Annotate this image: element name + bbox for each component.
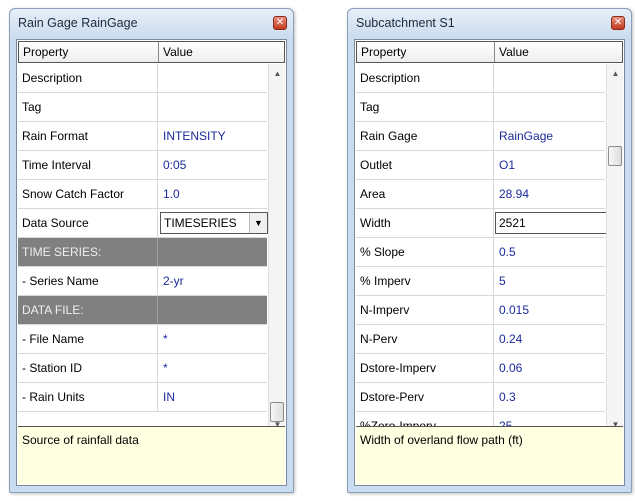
description-pane: Width of overland flow path (ft)	[356, 426, 623, 484]
window-title: Subcatchment S1	[356, 16, 455, 30]
property-editor: Property Value Description Tag Rain Form…	[16, 39, 287, 486]
row-tag[interactable]: Tag	[18, 93, 267, 122]
vertical-scrollbar[interactable]: ▲ ▼	[606, 64, 623, 433]
data-source-select[interactable]: TIMESERIES ▼	[160, 212, 268, 234]
row-snow-catch-factor[interactable]: Snow Catch Factor 1.0	[18, 180, 267, 209]
width-input[interactable]: 2521	[495, 212, 609, 234]
row-rain-units[interactable]: - Rain Units IN	[18, 383, 267, 412]
title-bar[interactable]: Rain Gage RainGage ✕	[10, 9, 293, 37]
subcatchment-window: Subcatchment S1 ✕ Property Value Descrip…	[347, 8, 632, 493]
row-file-name[interactable]: - File Name *	[18, 325, 267, 354]
row-series-name[interactable]: - Series Name 2-yr	[18, 267, 267, 296]
row-rain-format[interactable]: Rain Format INTENSITY	[18, 122, 267, 151]
row-description[interactable]: Description	[18, 64, 267, 93]
window-title: Rain Gage RainGage	[18, 16, 138, 30]
row-tag[interactable]: Tag	[356, 93, 605, 122]
grid-header: Property Value	[356, 41, 623, 63]
description-pane: Source of rainfall data	[18, 426, 285, 484]
property-grid: Property Value Description Tag Rain Gage…	[356, 41, 623, 441]
row-dstore-imperv[interactable]: Dstore-Imperv 0.06	[356, 354, 605, 383]
property-rows: Description Tag Rain Gage RainGage Outlet…	[356, 64, 609, 441]
close-icon[interactable]: ✕	[273, 16, 287, 30]
row-imperv[interactable]: % Imperv 5	[356, 267, 605, 296]
grid-header: Property Value	[18, 41, 285, 63]
width-input-value: 2521	[499, 216, 526, 230]
row-n-imperv[interactable]: N-Imperv 0.015	[356, 296, 605, 325]
header-property: Property	[361, 45, 407, 59]
row-station-id[interactable]: - Station ID *	[18, 354, 267, 383]
scroll-up-icon[interactable]: ▲	[269, 66, 286, 82]
property-editor: Property Value Description Tag Rain Gage…	[354, 39, 625, 486]
row-n-perv[interactable]: N-Perv 0.24	[356, 325, 605, 354]
rain-gage-window: Rain Gage RainGage ✕ Property Value Desc…	[9, 8, 294, 493]
scroll-thumb[interactable]	[608, 146, 622, 166]
row-description[interactable]: Description	[356, 64, 605, 93]
row-area[interactable]: Area 28.94	[356, 180, 605, 209]
vertical-scrollbar[interactable]: ▲ ▼	[268, 64, 285, 433]
scroll-up-icon[interactable]: ▲	[607, 66, 624, 82]
header-value: Value	[163, 45, 193, 59]
property-grid: Property Value Description Tag Rain Form…	[18, 41, 285, 435]
property-rows: Description Tag Rain Format INTENSITY Tim…	[18, 64, 268, 412]
row-rain-gage[interactable]: Rain Gage RainGage	[356, 122, 605, 151]
title-bar[interactable]: Subcatchment S1 ✕	[348, 9, 631, 37]
chevron-down-icon[interactable]: ▼	[249, 213, 267, 233]
header-property: Property	[23, 45, 69, 59]
row-time-interval[interactable]: Time Interval 0:05	[18, 151, 267, 180]
header-value: Value	[499, 45, 529, 59]
close-icon[interactable]: ✕	[611, 16, 625, 30]
row-width[interactable]: Width 2521	[356, 209, 609, 238]
description-text: Source of rainfall data	[22, 433, 139, 447]
data-source-value: TIMESERIES	[164, 216, 237, 230]
row-dstore-perv[interactable]: Dstore-Perv 0.3	[356, 383, 605, 412]
row-slope[interactable]: % Slope 0.5	[356, 238, 605, 267]
description-text: Width of overland flow path (ft)	[360, 433, 523, 447]
row-data-source[interactable]: Data Source TIMESERIES ▼	[18, 209, 268, 238]
section-time-series: TIME SERIES:	[18, 238, 267, 267]
row-outlet[interactable]: Outlet O1	[356, 151, 605, 180]
section-data-file: DATA FILE:	[18, 296, 267, 325]
